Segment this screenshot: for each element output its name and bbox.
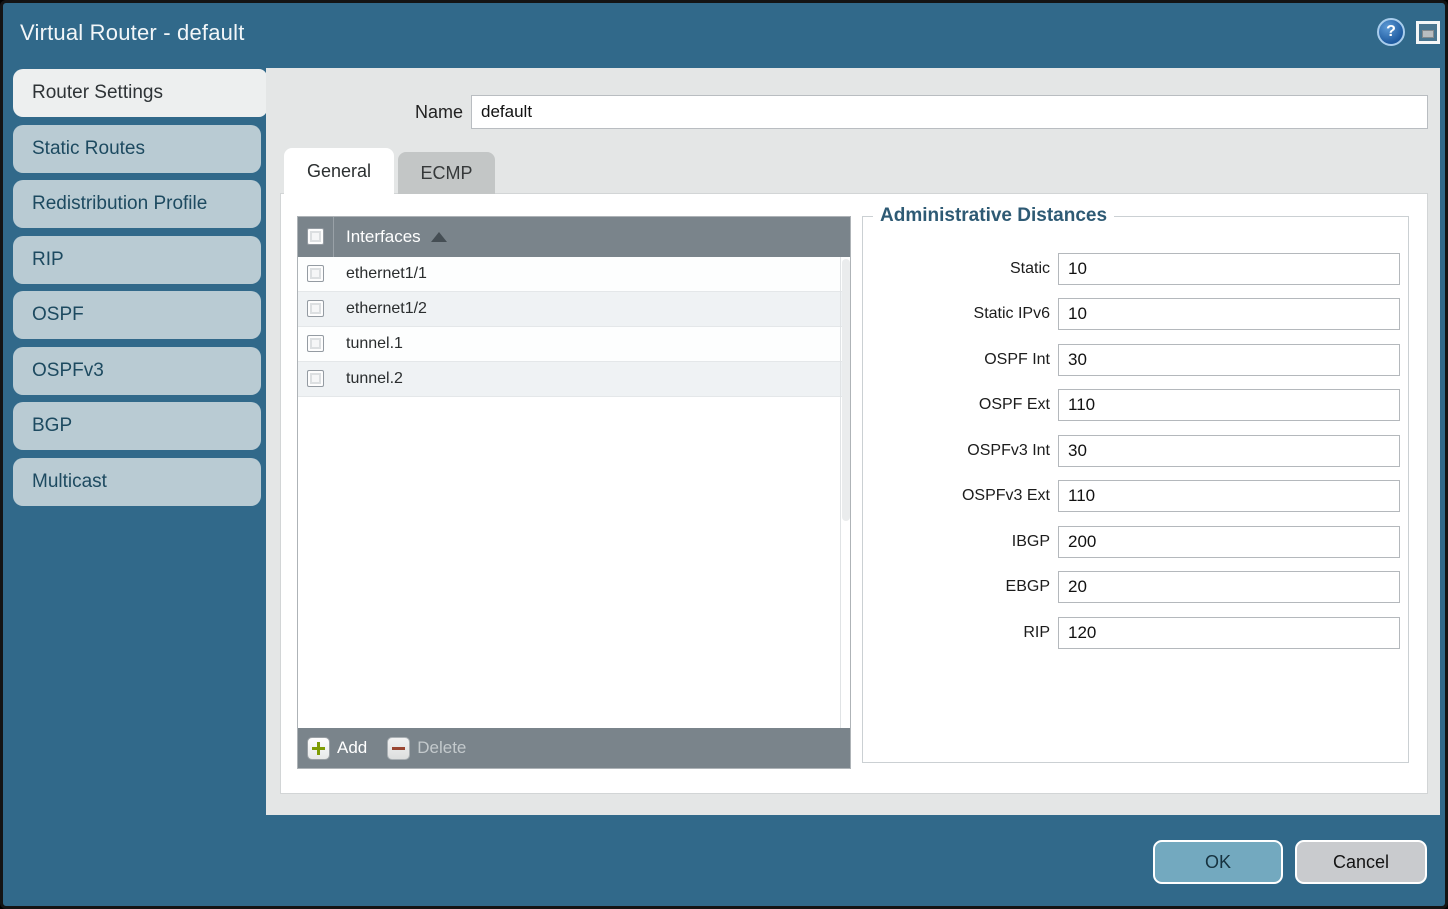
tab-general[interactable]: General <box>284 148 394 194</box>
field-row-ospfv3-int: OSPFv3 Int <box>863 435 1408 467</box>
ospf-int-label: OSPF Int <box>863 344 1050 376</box>
table-row[interactable]: ethernet1/2 <box>298 292 850 327</box>
table-row[interactable]: tunnel.2 <box>298 362 850 397</box>
field-row-static-ipv6: Static IPv6 <box>863 298 1408 330</box>
ok-button[interactable]: OK <box>1153 840 1283 884</box>
field-row-rip: RIP <box>863 617 1408 649</box>
rip-input[interactable] <box>1058 617 1400 649</box>
cancel-button[interactable]: Cancel <box>1295 840 1427 884</box>
interface-name: ethernet1/2 <box>346 292 427 326</box>
dialog-title: Virtual Router - default <box>20 20 245 46</box>
static-ipv6-label: Static IPv6 <box>863 298 1050 330</box>
row-checkbox[interactable] <box>307 265 324 282</box>
administrative-distances-legend: Administrative Distances <box>873 205 1114 227</box>
ibgp-input[interactable] <box>1058 526 1400 558</box>
ospfv3-int-input[interactable] <box>1058 435 1400 467</box>
static-input[interactable] <box>1058 253 1400 285</box>
field-row-ospf-ext: OSPF Ext <box>863 389 1408 421</box>
static-ipv6-input[interactable] <box>1058 298 1400 330</box>
table-scrollbar-thumb[interactable] <box>842 259 850 521</box>
sidebar-item-ospfv3[interactable]: OSPFv3 <box>13 347 261 395</box>
field-row-ospfv3-ext: OSPFv3 Ext <box>863 480 1408 512</box>
interfaces-column-header: Interfaces <box>346 227 421 247</box>
add-button-label: Add <box>337 738 367 758</box>
interfaces-table: Interfaces ethernet1/1 ethernet1/2 tunne… <box>297 216 851 769</box>
ospf-ext-input[interactable] <box>1058 389 1400 421</box>
virtual-router-dialog: Virtual Router - default ? Router Settin… <box>0 0 1448 909</box>
ebgp-label: EBGP <box>863 571 1050 603</box>
table-row[interactable]: ethernet1/1 <box>298 257 850 292</box>
delete-button-label: Delete <box>417 738 466 758</box>
interface-name: tunnel.2 <box>346 362 403 396</box>
sidebar-item-rip[interactable]: RIP <box>13 236 261 284</box>
field-row-ebgp: EBGP <box>863 571 1408 603</box>
sidebar-item-static-routes[interactable]: Static Routes <box>13 125 261 173</box>
rip-label: RIP <box>863 617 1050 649</box>
window-restore-icon[interactable] <box>1416 21 1440 44</box>
row-checkbox[interactable] <box>307 370 324 387</box>
content-panel: Name General ECMP Interfaces ethernet1/1 <box>266 68 1440 815</box>
sidebar-item-bgp[interactable]: BGP <box>13 402 261 450</box>
ebgp-input[interactable] <box>1058 571 1400 603</box>
ospfv3-int-label: OSPFv3 Int <box>863 435 1050 467</box>
help-icon-glyph: ? <box>1386 23 1396 41</box>
select-all-checkbox[interactable] <box>307 228 324 245</box>
column-separator <box>333 217 334 257</box>
ospf-int-input[interactable] <box>1058 344 1400 376</box>
tab-ecmp[interactable]: ECMP <box>398 152 495 194</box>
interfaces-table-header[interactable]: Interfaces <box>298 217 850 257</box>
window-restore-icon-inner <box>1422 30 1434 38</box>
ospfv3-ext-label: OSPFv3 Ext <box>863 480 1050 512</box>
sidebar-item-multicast[interactable]: Multicast <box>13 458 261 506</box>
interface-name: tunnel.1 <box>346 327 403 361</box>
add-button[interactable]: Add <box>307 737 367 760</box>
table-gutter-line <box>840 257 841 730</box>
row-checkbox[interactable] <box>307 300 324 317</box>
help-icon[interactable]: ? <box>1377 18 1405 46</box>
name-input[interactable] <box>471 95 1428 129</box>
field-row-static: Static <box>863 253 1408 285</box>
static-label: Static <box>863 253 1050 285</box>
row-checkbox[interactable] <box>307 335 324 352</box>
sidebar-item-redistribution-profile[interactable]: Redistribution Profile <box>13 180 261 228</box>
sort-ascending-icon[interactable] <box>431 232 447 242</box>
sidebar-item-router-settings[interactable]: Router Settings <box>13 69 267 117</box>
field-row-ibgp: IBGP <box>863 526 1408 558</box>
interface-name: ethernet1/1 <box>346 257 427 291</box>
add-icon <box>307 737 330 760</box>
table-row[interactable]: tunnel.1 <box>298 327 850 362</box>
delete-button[interactable]: Delete <box>387 737 466 760</box>
delete-icon <box>387 737 410 760</box>
name-label: Name <box>266 95 463 129</box>
administrative-distances-fieldset: Administrative Distances Static Static I… <box>862 216 1409 763</box>
interfaces-table-footer: Add Delete <box>298 728 850 768</box>
general-tab-panel: Interfaces ethernet1/1 ethernet1/2 tunne… <box>280 193 1428 794</box>
ospf-ext-label: OSPF Ext <box>863 389 1050 421</box>
ospfv3-ext-input[interactable] <box>1058 480 1400 512</box>
ibgp-label: IBGP <box>863 526 1050 558</box>
sidebar-item-ospf[interactable]: OSPF <box>13 291 261 339</box>
field-row-ospf-int: OSPF Int <box>863 344 1408 376</box>
